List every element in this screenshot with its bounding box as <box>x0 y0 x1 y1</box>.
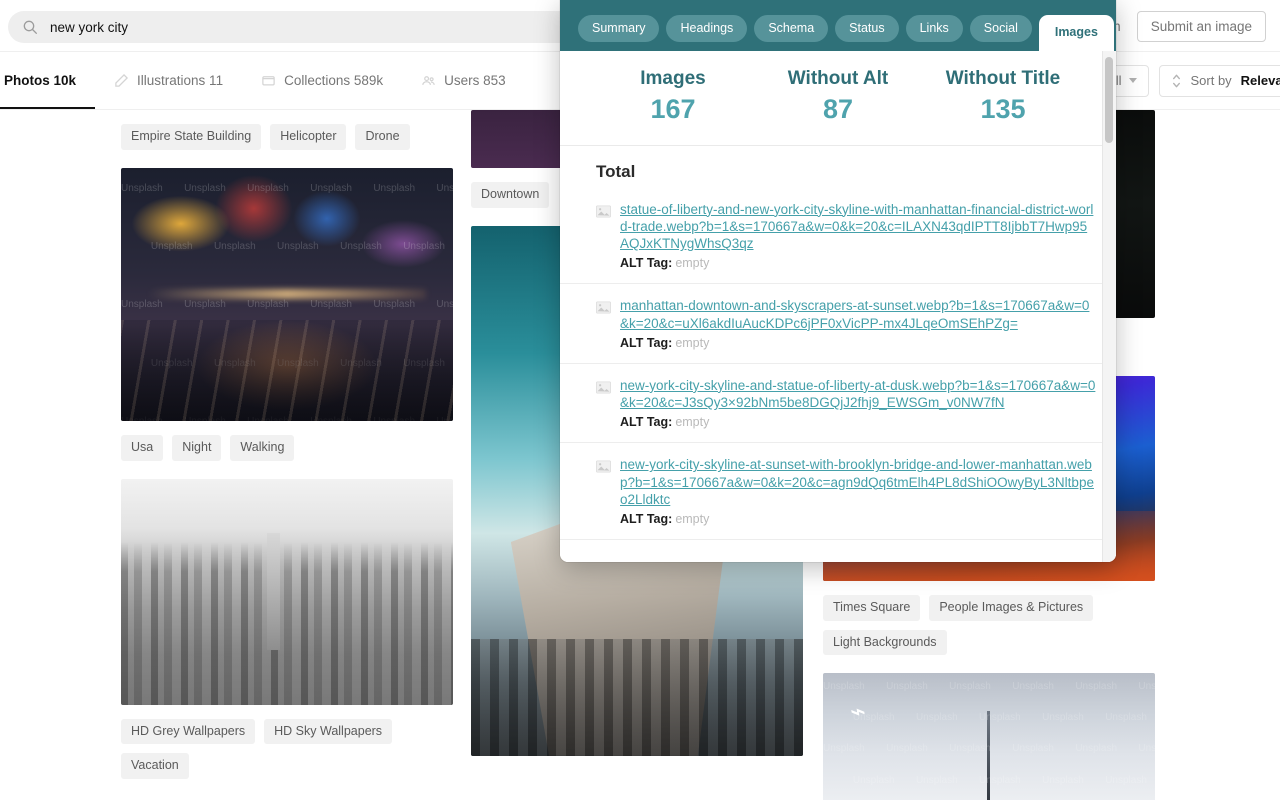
tag-row: HD Grey Wallpapers HD Sky Wallpapers Vac… <box>121 718 453 779</box>
nav-tab-photos[interactable]: Photos 10k <box>0 52 96 109</box>
sort-dropdown[interactable]: Sort by Relevance <box>1159 64 1280 97</box>
photo-column-left: Empire State Building Helicopter Drone U… <box>121 110 453 797</box>
alt-tag-row: ALT Tag: empty <box>620 415 1096 429</box>
folder-icon <box>262 76 275 86</box>
stat-without-alt-label: Without Alt <box>787 68 889 89</box>
tab-schema[interactable]: Schema <box>754 15 829 42</box>
screen: Log in Submit an image Photos 10k <box>0 0 1280 800</box>
alt-tag-label: ALT Tag: <box>620 512 673 527</box>
search-icon <box>23 20 37 34</box>
alt-tag-label: ALT Tag: <box>620 415 673 430</box>
alt-tag-value: empty <box>675 512 710 527</box>
alt-tag-label: ALT Tag: <box>620 256 673 271</box>
tag-chip[interactable]: Light Backgrounds <box>823 629 947 656</box>
tower-silhouette <box>987 711 991 800</box>
image-url-link[interactable]: manhattan-downtown-and-skyscrapers-at-su… <box>620 297 1096 332</box>
bird-mark: ⌁ <box>847 694 868 727</box>
submit-an-image-button[interactable]: Submit an image <box>1136 10 1266 42</box>
nav-tab-illustrations-label: Illustrations 11 <box>137 73 224 88</box>
tag-chip[interactable]: HD Grey Wallpapers <box>121 718 256 745</box>
tab-status[interactable]: Status <box>835 15 899 42</box>
chevron-down-icon <box>1129 78 1138 83</box>
photo-thumbnail[interactable]: Unsplash Unsplash Unsplash Unsplash Unsplash… <box>121 167 453 421</box>
stat-without-title: Without Title 135 <box>921 67 1086 127</box>
image-placeholder-icon <box>596 381 611 394</box>
tag-chip[interactable]: Vacation <box>121 753 189 779</box>
panel-scrollbar-thumb[interactable] <box>1105 57 1113 143</box>
tab-images[interactable]: Images <box>1038 15 1114 51</box>
image-stats: Images 167 Without Alt 87 Without Title … <box>560 51 1116 146</box>
nav-tab-users[interactable]: Users 853 <box>402 52 525 109</box>
stat-images: Images 167 <box>591 67 756 127</box>
photo-thumbnail[interactable] <box>121 478 453 705</box>
stat-without-title-label: Without Title <box>945 68 1061 89</box>
watermark-overlay: Unsplash Unsplash Unsplash Unsplash Unsplash… <box>121 182 453 421</box>
image-placeholder-icon <box>596 301 611 314</box>
image-url-link[interactable]: statue-of-liberty-and-new-york-city-skyl… <box>620 201 1096 253</box>
stat-without-alt: Without Alt 87 <box>756 67 921 127</box>
nav-tab-list: Photos 10k Illustrations 11 Collections … <box>0 52 525 109</box>
tag-chip[interactable]: Helicopter <box>270 124 347 150</box>
alt-tag-row: ALT Tag: empty <box>620 512 1096 526</box>
tag-chip[interactable]: Downtown <box>471 182 550 208</box>
alt-tag-row: ALT Tag: empty <box>620 256 1096 270</box>
stat-images-value: 167 <box>650 93 696 124</box>
tab-summary[interactable]: Summary <box>578 15 660 42</box>
panel-scroll-area: Images 167 Without Alt 87 Without Title … <box>560 51 1116 562</box>
tab-links[interactable]: Links <box>905 15 963 42</box>
nav-tab-photos-label: Photos 10k <box>4 73 77 88</box>
users-icon <box>422 76 435 85</box>
image-list-item: new-york-city-skyline-at-sunset-with-bro… <box>560 443 1116 541</box>
sort-value-label: Relevance <box>1240 73 1280 88</box>
tag-chip[interactable]: Usa <box>121 434 164 461</box>
section-title: Total <box>596 161 636 181</box>
photo-thumbnail[interactable]: ⌁ Unsplash Unsplash Unsplash Unsplash Unspla… <box>823 673 1155 800</box>
image-list-item: statue-of-liberty-and-new-york-city-skyl… <box>560 188 1116 285</box>
tag-chip[interactable]: People Images & Pictures <box>929 594 1094 621</box>
tag-chip[interactable]: Empire State Building <box>121 124 262 150</box>
image-info: manhattan-downtown-and-skyscrapers-at-su… <box>620 297 1096 350</box>
nav-tab-users-label: Users 853 <box>444 73 506 88</box>
image-list-item: manhattan-downtown-and-skyscrapers-at-su… <box>560 284 1116 364</box>
tag-row: Times Square People Images & Pictures Li… <box>823 594 1155 656</box>
alt-tag-value: empty <box>675 256 710 271</box>
tab-headings[interactable]: Headings <box>666 15 748 42</box>
panel-scrollbar[interactable] <box>1102 51 1116 562</box>
alt-tag-label: ALT Tag: <box>620 335 673 350</box>
image-info: new-york-city-skyline-at-sunset-with-bro… <box>620 456 1096 526</box>
nav-tab-illustrations[interactable]: Illustrations 11 <box>95 52 242 109</box>
image-info: new-york-city-skyline-and-statue-of-libe… <box>620 377 1096 430</box>
sort-arrows-icon <box>1173 74 1181 87</box>
stat-without-alt-value: 87 <box>822 93 854 124</box>
stat-images-label: Images <box>640 68 706 89</box>
image-list: statue-of-liberty-and-new-york-city-skyl… <box>560 188 1116 541</box>
nav-tab-collections-label: Collections 589k <box>284 73 384 88</box>
panel-body: Images 167 Without Alt 87 Without Title … <box>560 51 1116 562</box>
image-info: statue-of-liberty-and-new-york-city-skyl… <box>620 201 1096 271</box>
filter-controls: All Sort by Relevance <box>1095 52 1280 109</box>
nav-tab-collections[interactable]: Collections 589k <box>242 52 402 109</box>
sort-prefix-label: Sort by <box>1190 73 1232 88</box>
tag-row: Usa Night Walking <box>121 434 453 461</box>
tag-chip[interactable]: HD Sky Wallpapers <box>264 718 393 745</box>
image-placeholder-icon <box>596 205 611 217</box>
seo-analysis-panel: Summary Headings Schema Status Links Soc… <box>560 0 1116 562</box>
tag-row: Empire State Building Helicopter Drone <box>121 124 453 150</box>
image-url-link[interactable]: new-york-city-skyline-and-statue-of-libe… <box>620 377 1096 412</box>
image-placeholder-icon <box>596 460 611 473</box>
tag-chip[interactable]: Times Square <box>823 594 921 621</box>
image-url-link[interactable]: new-york-city-skyline-at-sunset-with-bro… <box>620 456 1096 508</box>
alt-tag-row: ALT Tag: empty <box>620 336 1096 350</box>
alt-tag-value: empty <box>675 415 710 430</box>
stat-without-title-value: 135 <box>980 93 1026 124</box>
pen-icon <box>115 73 129 87</box>
image-list-item: new-york-city-skyline-and-statue-of-libe… <box>560 364 1116 444</box>
tag-chip[interactable]: Night <box>172 434 222 461</box>
tag-chip[interactable]: Drone <box>355 124 410 150</box>
panel-tab-bar: Summary Headings Schema Status Links Soc… <box>560 0 1116 51</box>
tab-social[interactable]: Social <box>969 15 1032 42</box>
tag-chip[interactable]: Walking <box>230 434 295 461</box>
alt-tag-value: empty <box>675 335 710 350</box>
